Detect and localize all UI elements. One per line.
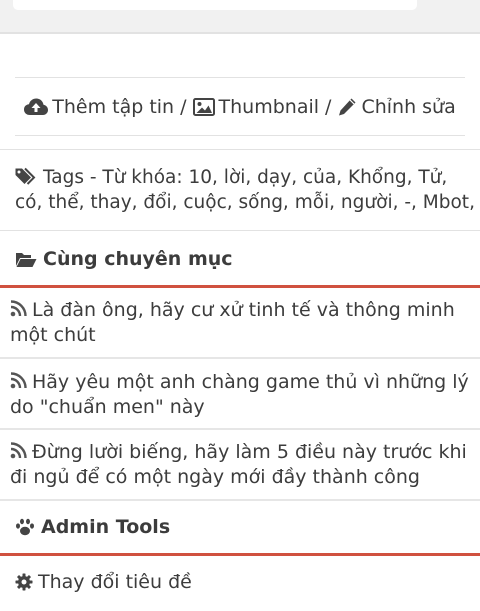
admin-tools-header: Admin Tools [15,512,170,542]
related-posts-title: Cùng chuyên mục [43,248,233,270]
divider [0,499,480,501]
tags-section: Tags - Từ khóa: 10, lời, dạy, của, Khổng… [15,165,475,215]
pencil-icon [339,98,356,116]
related-post-title: Là đàn ông, hãy cư xử tinh tế và thông m… [10,299,455,346]
change-title-link[interactable]: Thay đổi tiêu đề [15,571,192,593]
divider [0,357,480,359]
section-accent-rule [0,285,480,288]
paw-icon [16,518,34,536]
section-accent-rule [0,553,480,556]
related-post-link[interactable]: Hãy yêu một anh chàng game thủ vì những … [10,370,470,420]
divider [0,32,480,34]
search-input[interactable] [13,0,417,10]
post-actions-bar: Thêm tập tin / Thumbnail / Chỉnh sửa [0,90,480,124]
admin-tools-title: Admin Tools [41,516,171,538]
separator: / [325,96,332,118]
upload-file-label: Thêm tập tin [52,96,175,118]
thumbnail-label: Thumbnail [218,96,320,118]
rss-icon [10,300,27,317]
gear-icon [15,573,33,591]
thumbnail-link[interactable]: Thumbnail [192,96,320,118]
upload-file-link[interactable]: Thêm tập tin [24,96,174,118]
tags-text: Tags - Từ khóa: 10, lời, dạy, của, Khổng… [15,167,475,213]
divider [0,149,480,150]
divider [15,135,465,136]
rss-icon [10,442,27,459]
edit-post-label: Chỉnh sửa [361,96,456,118]
tags-icon [15,167,36,185]
divider [15,77,465,78]
related-post-link[interactable]: Là đàn ông, hãy cư xử tinh tế và thông m… [10,298,470,348]
folder-open-icon [16,252,37,267]
edit-post-link[interactable]: Chỉnh sửa [337,96,456,118]
separator: / [180,96,187,118]
related-post-title: Đừng lười biếng, hãy làm 5 điều này trướ… [10,441,467,488]
divider [0,428,480,430]
image-icon [192,98,215,116]
change-title-label: Thay đổi tiêu đề [38,571,192,593]
divider [0,230,480,231]
cloud-upload-icon [24,98,49,115]
related-posts-header: Cùng chuyên mục [15,244,233,274]
rss-icon [10,372,27,389]
related-post-title: Hãy yêu một anh chàng game thủ vì những … [10,371,469,418]
related-post-link[interactable]: Đừng lười biếng, hãy làm 5 điều này trướ… [10,440,470,490]
